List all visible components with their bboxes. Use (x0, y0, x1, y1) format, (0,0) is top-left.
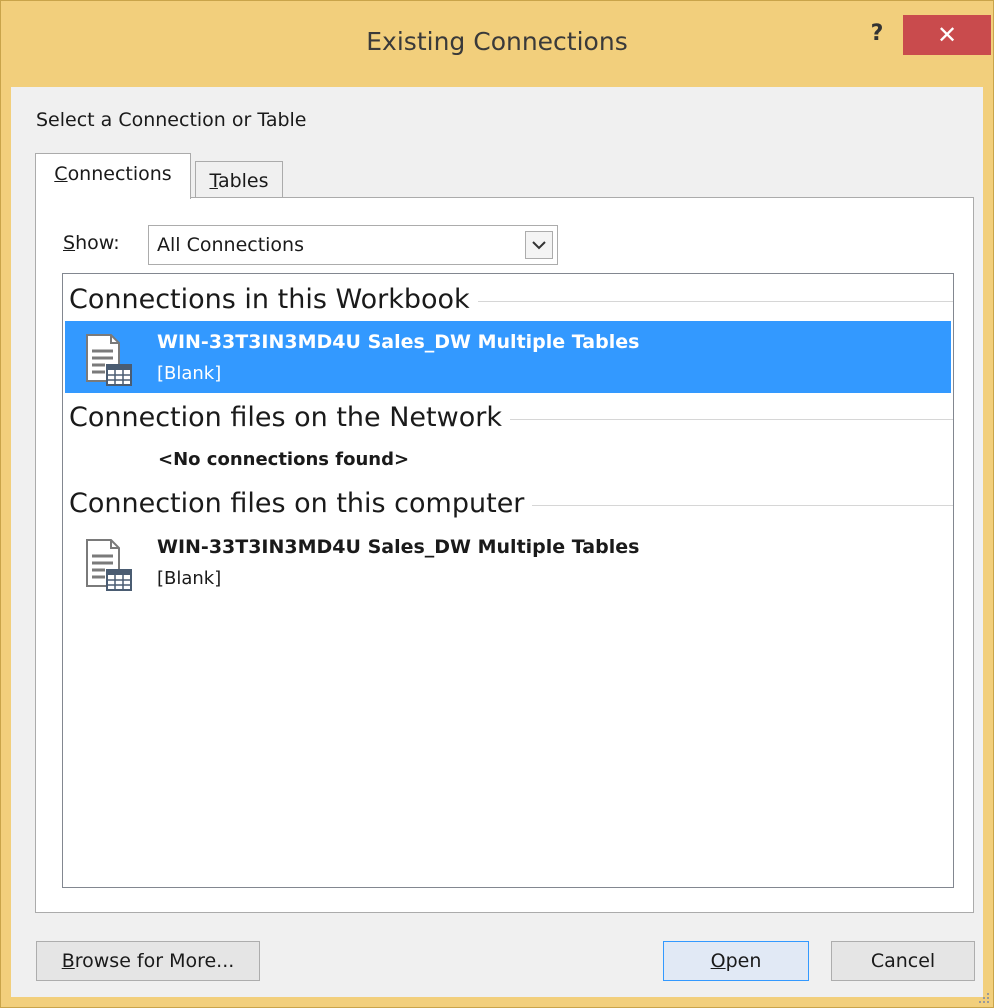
connection-name: WIN-33T3IN3MD4U Sales_DW Multiple Tables (157, 331, 640, 353)
show-label-rest: how: (75, 232, 120, 254)
connection-item-workbook[interactable]: WIN-33T3IN3MD4U Sales_DW Multiple Tables… (65, 321, 951, 393)
no-connections-found: <No connections found> (158, 449, 410, 470)
connections-list[interactable]: Connections in this Workbook WIN-33T3IN3… (62, 273, 954, 888)
group-header-network: Connection files on the Network (69, 400, 953, 434)
connection-item-computer[interactable]: WIN-33T3IN3MD4U Sales_DW Multiple Tables… (65, 526, 951, 598)
tab-connections[interactable]: Connections (35, 153, 191, 199)
group-header-computer-text: Connection files on this computer (69, 487, 525, 519)
open-accesskey: O (710, 950, 726, 972)
show-label-accesskey: S (63, 232, 76, 254)
title-bar[interactable]: Existing Connections ? ✕ (1, 1, 993, 87)
resize-grip-icon[interactable] (977, 991, 991, 1005)
tab-tables-accesskey: T (209, 170, 218, 192)
tab-tables[interactable]: Tables (195, 161, 283, 199)
help-button[interactable]: ? (859, 19, 895, 49)
open-label-rest: pen (725, 950, 762, 972)
show-filter-select[interactable]: All Connections (148, 225, 558, 265)
existing-connections-dialog: Existing Connections ? ✕ Select a Connec… (0, 0, 994, 1008)
group-divider (477, 300, 953, 302)
group-header-workbook: Connections in this Workbook (69, 282, 953, 316)
connections-tab-panel: Show: All Connections Connections in thi… (35, 197, 974, 913)
group-divider (532, 504, 953, 506)
group-header-network-text: Connection files on the Network (69, 401, 502, 433)
connection-description: [Blank] (157, 363, 222, 384)
select-connection-label: Select a Connection or Table (36, 109, 307, 131)
tab-connections-accesskey: C (54, 163, 68, 185)
dialog-title: Existing Connections (366, 27, 628, 56)
group-header-computer: Connection files on this computer (69, 486, 953, 520)
browse-accesskey: B (61, 950, 75, 972)
chevron-down-icon (532, 241, 546, 250)
browse-label-rest: rowse for More... (74, 950, 235, 972)
tab-tables-label-rest: ables (217, 170, 269, 192)
show-filter-value: All Connections (157, 234, 304, 256)
show-label: Show: (63, 232, 120, 254)
open-button[interactable]: Open (663, 941, 809, 981)
browse-for-more-button[interactable]: Browse for More... (36, 941, 260, 981)
tab-connections-label-rest: onnections (67, 163, 172, 185)
dropdown-button[interactable] (525, 231, 553, 259)
connection-name: WIN-33T3IN3MD4U Sales_DW Multiple Tables (157, 536, 640, 558)
connection-file-icon (86, 334, 132, 386)
connection-description: [Blank] (157, 568, 222, 589)
close-button[interactable]: ✕ (903, 15, 991, 55)
cancel-button[interactable]: Cancel (831, 941, 975, 981)
connection-file-icon (86, 539, 132, 591)
group-divider (509, 418, 953, 420)
dialog-content: Select a Connection or Table Connections… (11, 87, 983, 997)
group-header-workbook-text: Connections in this Workbook (69, 283, 470, 315)
